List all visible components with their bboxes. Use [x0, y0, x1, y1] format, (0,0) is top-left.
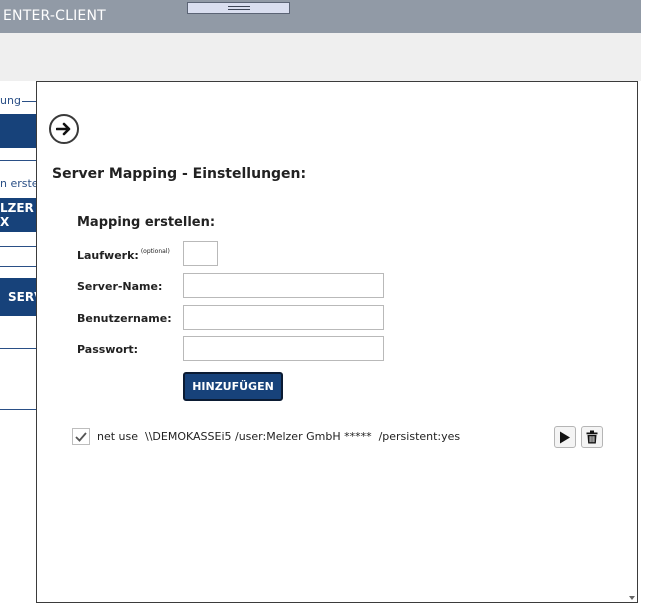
- username-input[interactable]: [183, 305, 384, 330]
- username-label: Benutzername:: [77, 312, 172, 325]
- divider: [0, 266, 36, 267]
- background-button[interactable]: LZER X: [0, 198, 36, 232]
- app-titlebar: ENTER-CLIENT: [0, 0, 641, 33]
- section-label: ung: [0, 94, 21, 107]
- background-button-label: LZER X: [0, 201, 34, 229]
- mapping-command: net use \\DEMOKASSEi5 /user:Melzer GmbH …: [97, 430, 461, 443]
- back-button[interactable]: [49, 114, 79, 144]
- delete-mapping-button[interactable]: [581, 426, 603, 448]
- server-name-input[interactable]: [183, 273, 384, 298]
- optional-hint: (optional): [140, 248, 170, 255]
- server-name-label: Server-Name:: [77, 280, 163, 293]
- divider: [22, 101, 36, 102]
- drag-handle-line: [228, 6, 250, 7]
- background-button[interactable]: [0, 114, 36, 148]
- toolbar-area: [0, 33, 641, 81]
- trash-icon: [586, 430, 598, 444]
- mapping-checkbox[interactable]: [72, 428, 90, 445]
- password-input[interactable]: [183, 336, 384, 361]
- arrow-right-icon: [56, 122, 71, 136]
- run-mapping-button[interactable]: [554, 426, 576, 448]
- checkmark-icon: [75, 431, 87, 442]
- add-mapping-button[interactable]: HINZUFÜGEN: [183, 372, 283, 401]
- drive-input[interactable]: [183, 241, 218, 266]
- section-title: Mapping erstellen:: [77, 215, 216, 230]
- play-icon: [560, 431, 570, 443]
- app-title: ENTER-CLIENT: [3, 8, 106, 24]
- divider: [0, 348, 36, 349]
- dialog-title: Server Mapping - Einstellungen:: [52, 166, 307, 182]
- scroll-down-arrow[interactable]: [629, 596, 635, 600]
- server-mapping-dialog: Server Mapping - Einstellungen: Mapping …: [36, 81, 638, 603]
- divider: [0, 246, 36, 247]
- drive-label: Laufwerk: (optional): [77, 248, 170, 262]
- drag-handle[interactable]: [187, 2, 290, 14]
- drive-label-text: Laufwerk:: [77, 249, 139, 262]
- divider: [0, 409, 36, 410]
- divider: [0, 160, 36, 161]
- background-button[interactable]: SERV: [0, 278, 43, 316]
- drag-handle-line: [228, 9, 250, 10]
- password-label: Passwort:: [77, 343, 139, 356]
